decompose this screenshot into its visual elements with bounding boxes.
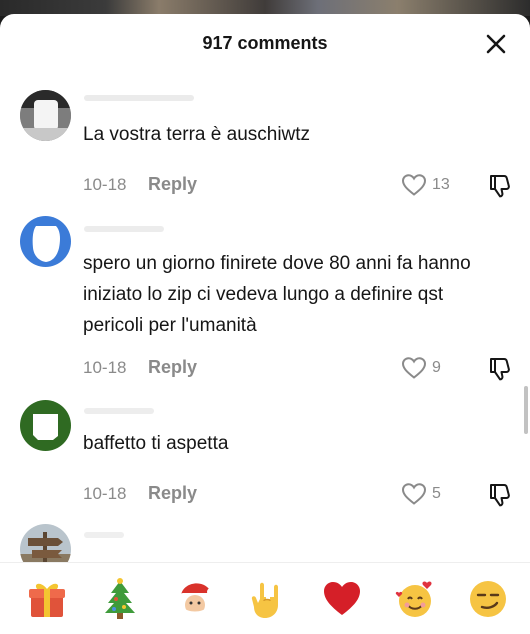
red-heart-emoji[interactable] (320, 577, 364, 621)
christmas-tree-emoji[interactable] (98, 577, 142, 621)
smiling-face-with-hearts-emoji[interactable] (393, 577, 437, 621)
reply-button[interactable]: Reply (148, 174, 197, 195)
username-redacted (84, 532, 124, 538)
smirking-face-emoji[interactable] (466, 577, 510, 621)
avatar[interactable] (20, 90, 71, 141)
comment-item: baffetto ti aspetta 10-18 Reply 5 (0, 400, 530, 510)
comments-sheet: 917 comments La vostra terra è auschiwtz… (0, 14, 530, 634)
username-redacted (84, 95, 194, 101)
comment-item-partial (0, 524, 530, 575)
comments-header: 917 comments (0, 14, 530, 72)
comment-meta: 10-18 Reply 9 (0, 356, 530, 382)
heart-icon[interactable] (401, 482, 427, 506)
comment-date: 10-18 (83, 358, 127, 377)
close-button[interactable] (484, 32, 508, 56)
close-icon (486, 34, 506, 54)
comment-meta: 10-18 Reply 5 (0, 482, 530, 508)
comment-item: spero un giorno finirete dove 80 anni fa… (0, 216, 530, 381)
avatar[interactable] (20, 400, 71, 451)
dislike-icon[interactable] (487, 356, 513, 382)
dislike-icon[interactable] (487, 173, 513, 199)
like-count: 9 (432, 359, 441, 376)
santa-emoji[interactable] (173, 577, 217, 621)
comment-item: La vostra terra è auschiwtz 10-18 Reply … (0, 90, 530, 200)
reply-button[interactable]: Reply (148, 357, 197, 378)
gift-emoji[interactable] (25, 577, 69, 621)
comment-date: 10-18 (83, 175, 127, 194)
love-you-gesture-emoji[interactable] (246, 577, 290, 621)
like-count: 5 (432, 485, 441, 502)
reply-button[interactable]: Reply (148, 483, 197, 504)
comment-text: La vostra terra è auschiwtz (83, 124, 311, 145)
comment-meta: 10-18 Reply 13 (0, 173, 530, 199)
heart-icon[interactable] (401, 356, 427, 380)
comment-text: baffetto ti aspetta (83, 433, 229, 454)
username-redacted (84, 226, 164, 232)
username-redacted (84, 408, 154, 414)
heart-icon[interactable] (401, 173, 427, 197)
comment-date: 10-18 (83, 484, 127, 503)
like-count: 13 (432, 176, 450, 193)
scrollbar[interactable] (524, 386, 528, 434)
emoji-bar (0, 562, 530, 634)
comments-count-title: 917 comments (202, 33, 328, 53)
avatar[interactable] (20, 216, 71, 267)
dislike-icon[interactable] (487, 482, 513, 508)
comment-text: spero un giorno finirete dove 80 anni fa… (83, 253, 471, 336)
